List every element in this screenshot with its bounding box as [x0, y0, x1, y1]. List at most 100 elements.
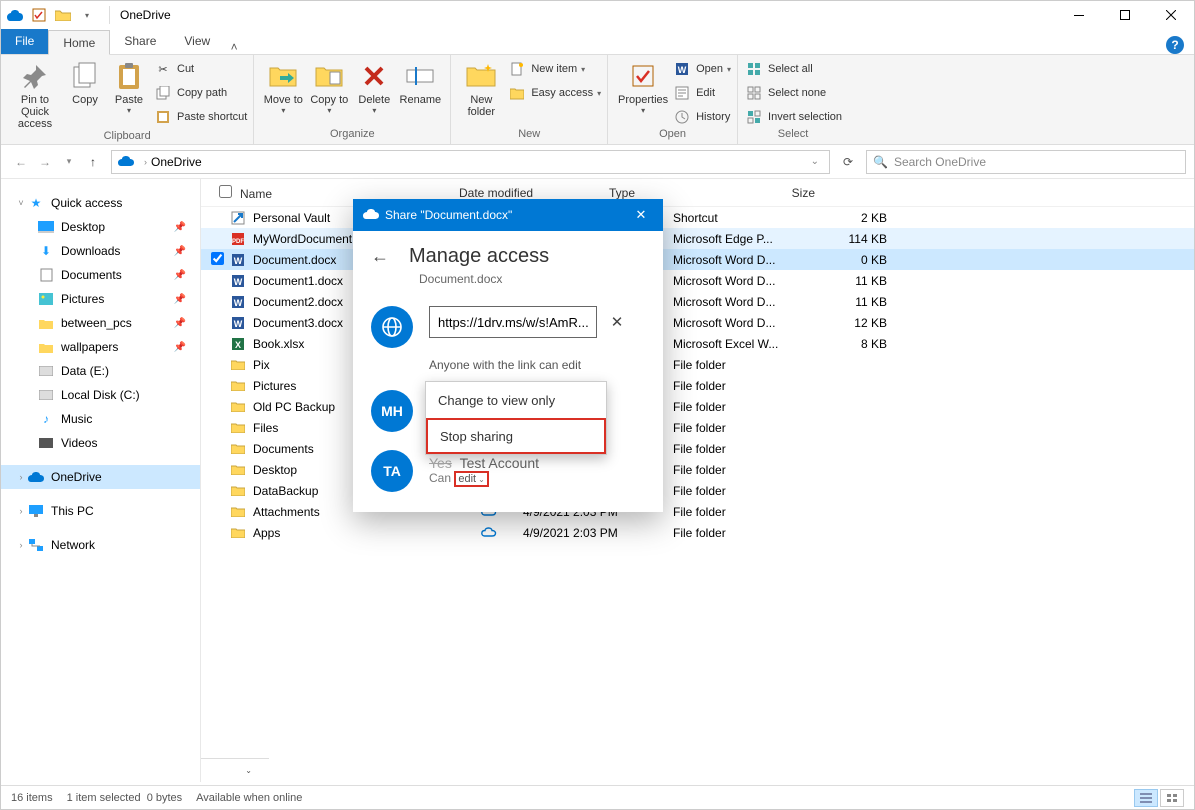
videos-icon [37, 435, 55, 451]
edit-button[interactable]: Edit [672, 82, 731, 104]
nav-downloads[interactable]: ⬇Downloads📌 [1, 239, 200, 263]
pin-quick-access-button[interactable]: Pin to Quick access [7, 58, 63, 130]
nav-forward-button[interactable]: → [33, 150, 57, 174]
paste-shortcut-button[interactable]: Paste shortcut [153, 106, 247, 128]
row-checkbox[interactable] [211, 252, 224, 265]
menu-stop-sharing[interactable]: Stop sharing [426, 418, 606, 454]
qat-dropdown-icon[interactable]: ▾ [77, 5, 97, 25]
table-row[interactable]: Files4/9/2021 11:47 AMFile folder [201, 417, 1194, 438]
nav-pictures[interactable]: Pictures📌 [1, 287, 200, 311]
select-none-button[interactable]: Select none [744, 82, 842, 104]
col-status[interactable]: Status⌄ [201, 758, 269, 782]
remove-link-button[interactable]: ✕ [603, 306, 631, 338]
qat-properties-icon[interactable] [29, 5, 49, 25]
col-date[interactable]: Date modified [451, 186, 601, 200]
table-row[interactable]: WDocument1.docx4/9/2021 10:59 AMMicrosof… [201, 270, 1194, 291]
permission-dropdown[interactable]: edit⌄ [454, 471, 488, 487]
share-dialog-filename: Document.docx [371, 272, 645, 286]
cloud-icon [363, 208, 379, 222]
history-button[interactable]: History [672, 106, 731, 128]
invert-selection-button[interactable]: Invert selection [744, 106, 842, 128]
nav-back-button[interactable]: ← [9, 150, 33, 174]
nav-quick-access[interactable]: ˅★Quick access [1, 191, 200, 215]
easy-access-button[interactable]: Easy access▾ [507, 82, 601, 104]
properties-button[interactable]: Properties▾ [614, 58, 672, 115]
nav-this-pc[interactable]: ›This PC [1, 499, 200, 523]
col-type[interactable]: Type [601, 186, 751, 200]
ribbon: Pin to Quick access Copy Paste ▾ ✂Cut Co… [1, 54, 1194, 145]
table-row[interactable]: WDocument3.docx4/9/2021 11:48 AMMicrosof… [201, 312, 1194, 333]
folder-icon [37, 315, 55, 331]
copy-button[interactable]: Copy [63, 58, 107, 106]
table-row[interactable]: Desktop4/9/2021 11:47 AMFile folder [201, 459, 1194, 480]
view-details-button[interactable] [1134, 789, 1158, 807]
new-item-button[interactable]: New item▾ [507, 58, 601, 80]
table-row[interactable]: Personal Vault4/9/2021 2:06 PMShortcut2 … [201, 207, 1194, 228]
avatar: TA [371, 450, 413, 492]
cut-button[interactable]: ✂Cut [153, 58, 247, 80]
minimize-button[interactable] [1056, 1, 1102, 29]
nav-desktop[interactable]: Desktop📌 [1, 215, 200, 239]
nav-music[interactable]: ♪Music [1, 407, 200, 431]
paste-button[interactable]: Paste ▾ [107, 58, 151, 115]
breadcrumb[interactable]: › OneDrive ⌄ [111, 150, 830, 174]
file-type: File folder [673, 400, 823, 414]
rename-button[interactable]: Rename [396, 58, 444, 106]
col-size[interactable]: Size [751, 186, 831, 200]
cut-icon: ✂ [153, 60, 173, 78]
select-all-button[interactable]: Select all [744, 58, 842, 80]
table-row[interactable]: WDocument.docx4/9/2021 11:47 AMMicrosoft… [201, 249, 1194, 270]
tab-share[interactable]: Share [110, 29, 170, 54]
open-button[interactable]: WOpen▾ [672, 58, 731, 80]
table-row[interactable]: Documents4/9/2021 11:47 AMFile folder [201, 438, 1194, 459]
table-row[interactable]: Apps4/9/2021 2:03 PMFile folder [201, 522, 1194, 543]
nav-local-c[interactable]: Local Disk (C:) [1, 383, 200, 407]
nav-onedrive[interactable]: ›OneDrive [1, 465, 200, 489]
copy-path-button[interactable]: Copy path [153, 82, 247, 104]
share-person-ta[interactable]: TA Yes Test Account Can edit⌄ [371, 450, 645, 492]
tab-file[interactable]: File [1, 29, 48, 54]
file-type: Shortcut [673, 211, 823, 225]
qat-newfolder-icon[interactable] [53, 5, 73, 25]
tab-home[interactable]: Home [48, 30, 110, 55]
dialog-close-button[interactable]: ✕ [629, 207, 653, 223]
back-button[interactable]: ← [371, 246, 391, 267]
help-icon[interactable]: ? [1166, 36, 1184, 54]
nav-videos[interactable]: Videos [1, 431, 200, 455]
move-to-button[interactable]: Move to▾ [260, 58, 306, 115]
search-input[interactable]: 🔍 Search OneDrive [866, 150, 1186, 174]
breadcrumb-location[interactable]: OneDrive [151, 155, 202, 169]
nav-recent-button[interactable]: ▾ [57, 150, 81, 174]
nav-data-e[interactable]: Data (E:) [1, 359, 200, 383]
table-row[interactable]: Old PC Backup4/9/2021 11:47 AMFile folde… [201, 396, 1194, 417]
ribbon-collapse-icon[interactable]: ˄ [224, 40, 244, 54]
delete-button[interactable]: Delete▾ [352, 58, 396, 115]
menu-change-view-only[interactable]: Change to view only [426, 382, 606, 418]
close-button[interactable] [1148, 1, 1194, 29]
share-dialog-header[interactable]: Share "Document.docx" ✕ [353, 199, 663, 231]
table-row[interactable]: Pix4/9/2021 11:47 AMFile folder [201, 354, 1194, 375]
refresh-button[interactable]: ⟳ [836, 155, 860, 169]
nav-up-button[interactable]: ↑ [81, 150, 105, 174]
maximize-button[interactable] [1102, 1, 1148, 29]
new-folder-button[interactable]: New folder [457, 58, 505, 118]
nav-documents[interactable]: Documents📌 [1, 263, 200, 287]
view-large-button[interactable] [1160, 789, 1184, 807]
nav-network[interactable]: ›Network [1, 533, 200, 557]
status-selected: 1 item selected 0 bytes [67, 792, 183, 804]
tab-view[interactable]: View [170, 29, 224, 54]
pc-icon [27, 503, 45, 519]
table-row[interactable]: Attachments4/9/2021 2:03 PMFile folder [201, 501, 1194, 522]
table-row[interactable]: Pictures4/9/2021 11:47 AMFile folder [201, 375, 1194, 396]
table-row[interactable]: DataBackup4/9/2021 11:47 AMFile folder [201, 480, 1194, 501]
table-row[interactable]: PDFMyWordDocument4/9/2021 2:07 PMMicroso… [201, 228, 1194, 249]
breadcrumb-dropdown-icon[interactable]: ⌄ [811, 156, 823, 167]
share-link-input[interactable]: https://1drv.ms/w/s!AmR... [429, 306, 597, 338]
nav-wallpapers[interactable]: wallpapers📌 [1, 335, 200, 359]
table-row[interactable]: WDocument2.docx4/9/2021 2:03 PMMicrosoft… [201, 291, 1194, 312]
table-row[interactable]: XBook.xlsx4/9/2021 2:06 PMMicrosoft Exce… [201, 333, 1194, 354]
copy-to-button[interactable]: Copy to▾ [306, 58, 352, 115]
nav-between-pcs[interactable]: between_pcs📌 [1, 311, 200, 335]
file-type-icon [229, 464, 247, 475]
select-all-checkbox[interactable] [219, 185, 232, 198]
